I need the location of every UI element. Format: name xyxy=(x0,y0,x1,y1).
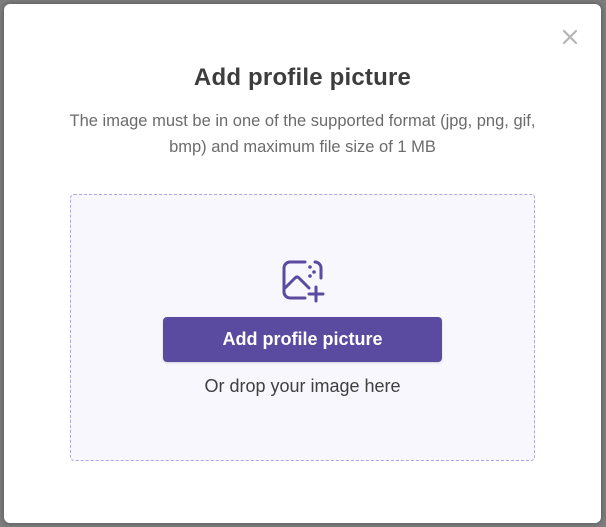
drop-hint-text: Or drop your image here xyxy=(204,376,401,396)
add-profile-picture-button[interactable]: Add profile picture xyxy=(163,317,442,362)
add-profile-picture-dialog: Add profile picture The image must be in… xyxy=(4,4,601,523)
add-image-icon xyxy=(282,260,325,303)
image-dropzone[interactable]: Add profile picture Or drop your image h… xyxy=(70,194,535,461)
close-icon xyxy=(562,29,578,45)
dialog-description: The image must be in one of the supporte… xyxy=(69,112,536,156)
dialog-title: Add profile picture xyxy=(193,64,412,91)
close-button[interactable] xyxy=(559,26,581,48)
